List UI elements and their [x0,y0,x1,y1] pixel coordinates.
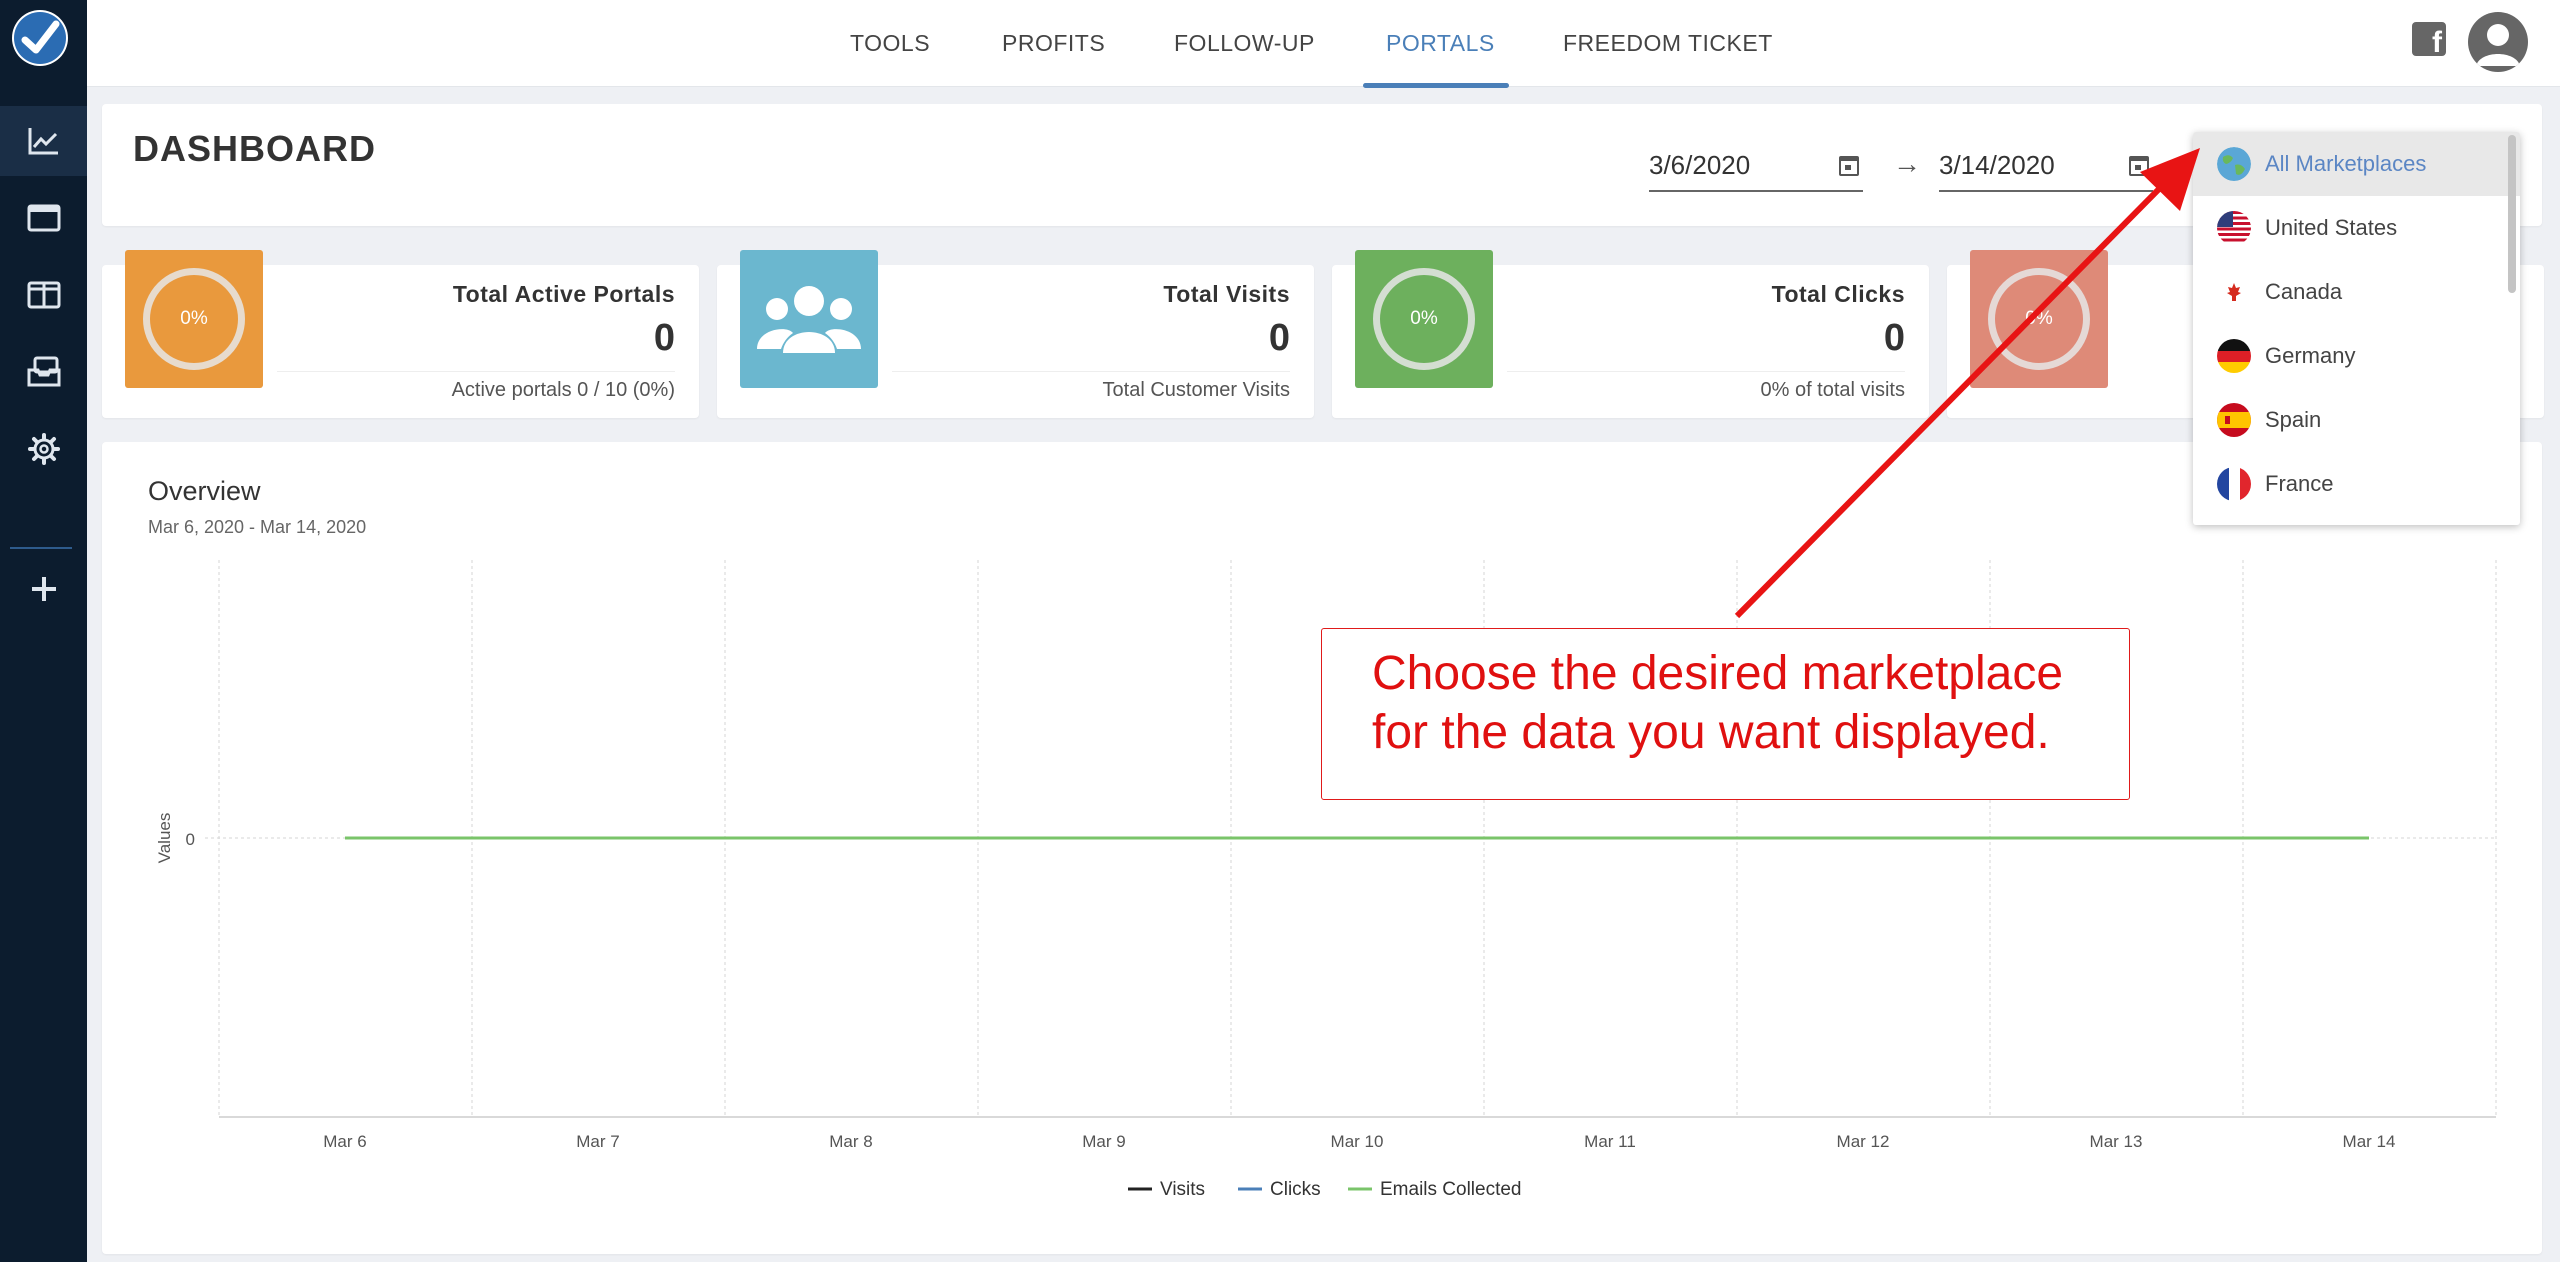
stat-title: Total Visits [1163,281,1290,307]
annotation-text: Choose the desired marketplace for the d… [1372,644,2112,762]
stat-subtitle: Total Customer Visits [1102,379,1290,401]
progress-ring: 0% [143,268,245,370]
page-title: DASHBOARD [133,128,376,169]
stat-tile-visits [740,250,878,388]
stat-divider [277,371,675,372]
overview-title: Overview [148,476,261,506]
marketplace-option-canada[interactable]: Canada [2193,260,2520,324]
gear-icon [27,433,60,465]
line-chart-icon [28,128,58,155]
marketplace-option-us[interactable]: United States [2193,196,2520,260]
stat-divider [892,371,1290,372]
stat-tile-clicks: 0% [1355,250,1493,388]
marketplace-option-spain[interactable]: Spain [2193,388,2520,452]
plus-icon [31,577,56,601]
user-avatar[interactable] [2468,12,2528,72]
browser-window-icon [27,204,60,232]
annotation-line: for the data you want displayed. [1372,706,2050,759]
germany-flag-icon [2217,339,2251,373]
us-flag-icon [2217,211,2251,245]
canada-flag-icon [2217,275,2251,309]
x-tick-label: Mar 9 [1082,1132,1125,1151]
calendar-icon[interactable] [1839,156,1859,176]
dashboard-header [102,104,2542,226]
legend-label[interactable]: Clicks [1270,1179,1321,1200]
stat-value: 0 [1268,317,1290,359]
stat-title: Total Clicks [1771,281,1905,307]
sidebar-item-inbox[interactable] [0,337,87,407]
marketplace-label: United States [2265,215,2398,240]
sidebar-item-layout[interactable] [0,260,87,330]
x-tick-label: Mar 12 [1837,1132,1890,1151]
arrow-right-icon: → [1893,148,1921,179]
y-axis-label: Values [155,813,174,864]
sidebar-item-settings[interactable] [0,414,87,484]
start-date-field[interactable]: 3/6/2020 [1649,144,1863,192]
marketplace-option-all[interactable]: All Marketplaces [2193,132,2520,196]
x-tick-label: Mar 13 [2090,1132,2143,1151]
legend-label[interactable]: Visits [1160,1179,1205,1200]
start-date-value: 3/6/2020 [1649,150,1751,180]
marketplace-option-germany[interactable]: Germany [2193,324,2520,388]
nav-follow-up[interactable]: FOLLOW-UP [1174,0,1315,87]
overview-date-range: Mar 6, 2020 - Mar 14, 2020 [148,517,367,537]
stat-tile-portals: 0% [125,250,263,388]
x-tick-label: Mar 14 [2343,1132,2396,1151]
nav-tools[interactable]: TOOLS [850,0,930,87]
marketplace-option-france[interactable]: France [2193,452,2520,516]
marketplace-dropdown[interactable]: All Marketplaces United States Canada Ge… [2193,132,2520,525]
nav-profits[interactable]: PROFITS [1002,0,1105,87]
x-tick-label: Mar 8 [829,1132,872,1151]
france-flag-icon [2217,467,2251,501]
globe-icon [2217,147,2251,181]
sidebar-item-browser[interactable] [0,183,87,253]
end-date-field[interactable]: 3/14/2020 [1939,144,2153,192]
stat-value: 0 [653,317,675,359]
marketplace-label: France [2265,471,2334,496]
sidebar-divider [10,547,72,549]
sidebar [0,0,87,1262]
stat-divider [1507,371,1905,372]
nav-portals[interactable]: PORTALS [1386,0,1495,87]
chart-legend: Visits Clicks Emails Collected [1128,1179,1522,1200]
stat-subtitle: Active portals 0 / 10 (0%) [451,379,675,401]
dropdown-scrollbar[interactable] [2508,135,2516,293]
nav-active-indicator [1363,83,1509,88]
app-logo[interactable] [12,10,68,66]
stat-subtitle: 0% of total visits [1760,379,1905,401]
calendar-icon[interactable] [2129,156,2149,176]
marketplace-label: Spain [2265,407,2322,432]
progress-ring: 0% [1988,268,2090,370]
x-tick-label: Mar 10 [1331,1132,1384,1151]
x-tick-label: Mar 6 [323,1132,366,1151]
facebook-icon[interactable] [2412,22,2446,60]
y-tick-label: 0 [186,830,195,849]
checkmark-logo-icon [14,12,66,64]
top-nav-bar [87,0,2560,87]
end-date-value: 3/14/2020 [1939,150,2055,180]
columns-icon [27,281,60,309]
users-group-icon [757,286,861,353]
spain-flag-icon [2217,403,2251,437]
x-tick-label: Mar 7 [576,1132,619,1151]
marketplace-label: All Marketplaces [2265,151,2427,176]
legend-label[interactable]: Emails Collected [1380,1179,1522,1200]
inbox-stack-icon [27,356,60,387]
x-tick-labels: Mar 6 Mar 7 Mar 8 Mar 9 Mar 10 Mar 11 Mar 12 Ma… [323,1132,2395,1151]
stat-value: 0 [1883,317,1905,359]
user-icon [2476,24,2520,66]
x-tick-label: Mar 11 [1584,1132,1636,1151]
marketplace-label: Germany [2265,343,2356,368]
marketplace-label: Canada [2265,279,2343,304]
annotation-line: Choose the desired marketplace [1372,647,2064,700]
nav-freedom-ticket[interactable]: FREEDOM TICKET [1563,0,1773,87]
progress-ring: 0% [1373,268,1475,370]
stat-title: Total Active Portals [452,281,675,307]
sidebar-add-button[interactable] [0,554,87,624]
sidebar-item-analytics[interactable] [0,106,87,176]
stat-tile-emails: 0% [1970,250,2108,388]
